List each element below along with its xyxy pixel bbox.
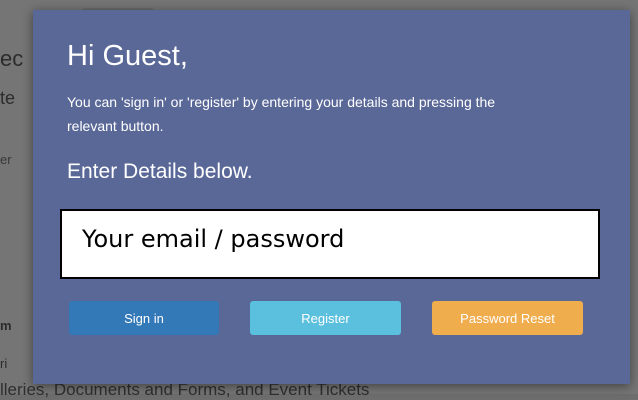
instructions-text: You can 'sign in' or 'register' by enter…	[67, 94, 496, 134]
background-text-fragment: er	[0, 152, 12, 167]
credentials-placeholder-text: Your email / password	[82, 225, 345, 253]
sign-in-button[interactable]: Sign in	[69, 301, 219, 335]
background-text-fragment: ri	[0, 356, 8, 371]
login-modal: Hi Guest, You can 'sign in' or 'register…	[33, 10, 630, 384]
register-button[interactable]: Register	[250, 301, 401, 335]
greeting-heading: Hi Guest,	[67, 40, 188, 72]
credentials-input-box[interactable]: Your email / password	[60, 209, 600, 279]
background-text-fragment: m	[0, 318, 12, 333]
background-text-fragment: te	[0, 88, 16, 108]
enter-details-heading: Enter Details below.	[67, 160, 253, 183]
background-text-fragment: ec	[0, 46, 24, 71]
password-reset-button[interactable]: Password Reset	[432, 301, 583, 335]
